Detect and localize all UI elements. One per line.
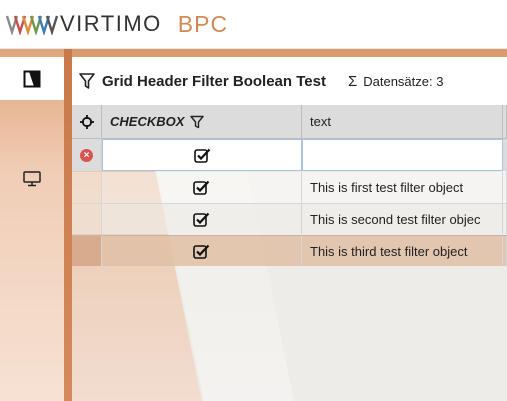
checkbox-filter-field[interactable] (102, 139, 302, 171)
row-checkbox-cell[interactable] (102, 204, 302, 234)
row-filler (503, 204, 507, 234)
sidebar-item-grid-test[interactable] (0, 57, 64, 100)
column-header-label: text (310, 114, 331, 129)
logo-wordmark: VIRTIMO (60, 11, 162, 36)
column-header-checkbox[interactable]: CHECKBOX (102, 105, 302, 138)
crosshair-icon (79, 114, 94, 129)
table-row[interactable]: This is first test filter object (72, 172, 507, 203)
clear-filter-button[interactable]: × (72, 139, 102, 171)
sidebar-resize-edge[interactable] (64, 49, 72, 401)
filter-filler (503, 139, 507, 171)
virtimo-logo-mark-icon (6, 15, 59, 35)
row-indicator[interactable] (72, 236, 102, 266)
grid-filter-app-icon (23, 70, 41, 87)
row-text-cell[interactable]: This is third test filter object (302, 236, 503, 266)
monitor-icon (23, 171, 41, 187)
sum-icon: Σ (347, 72, 358, 90)
column-header-label: CHECKBOX (110, 114, 185, 129)
row-filler (503, 172, 507, 203)
page-title: Grid Header Filter Boolean Test (102, 72, 326, 90)
column-header-text[interactable]: text (302, 105, 503, 138)
clear-filter-icon: × (80, 148, 93, 162)
checkbox-checked-icon[interactable] (193, 244, 210, 259)
grid-header-row: CHECKBOX text (72, 105, 507, 139)
filter-icon (79, 73, 95, 89)
column-header-filler (503, 105, 507, 138)
sidebar (0, 49, 64, 401)
row-text-cell[interactable]: This is first test filter object (302, 172, 503, 203)
logo[interactable]: VIRTIMO BPC (6, 0, 228, 49)
row-indicator[interactable] (72, 204, 102, 234)
row-checkbox-cell[interactable] (102, 236, 302, 266)
grid-header-corner[interactable] (72, 105, 102, 138)
checkbox-checked-icon (193, 148, 210, 163)
table-row-selected[interactable]: This is third test filter object (72, 235, 507, 266)
row-checkbox-cell[interactable] (102, 172, 302, 203)
record-count: Datensätze: 3 (363, 73, 444, 89)
checkbox-checked-icon[interactable] (193, 180, 210, 195)
row-filler (503, 236, 507, 266)
grid-filter-row: × (72, 139, 507, 171)
row-text-cell[interactable]: This is second test filter objec (302, 204, 503, 234)
table-row[interactable]: This is second test filter objec (72, 203, 507, 234)
top-bar: VIRTIMO BPC (0, 0, 507, 49)
content-panel: Grid Header Filter Boolean Test Σ Datens… (72, 57, 507, 401)
text-filter-field[interactable] (302, 139, 503, 171)
app-name: BPC (177, 10, 229, 37)
column-filter-icon[interactable] (190, 115, 205, 129)
checkbox-checked-icon[interactable] (193, 212, 210, 227)
row-indicator[interactable] (72, 172, 102, 203)
sidebar-item-monitor[interactable] (0, 157, 64, 201)
panel-header: Grid Header Filter Boolean Test Σ Datens… (72, 57, 507, 105)
